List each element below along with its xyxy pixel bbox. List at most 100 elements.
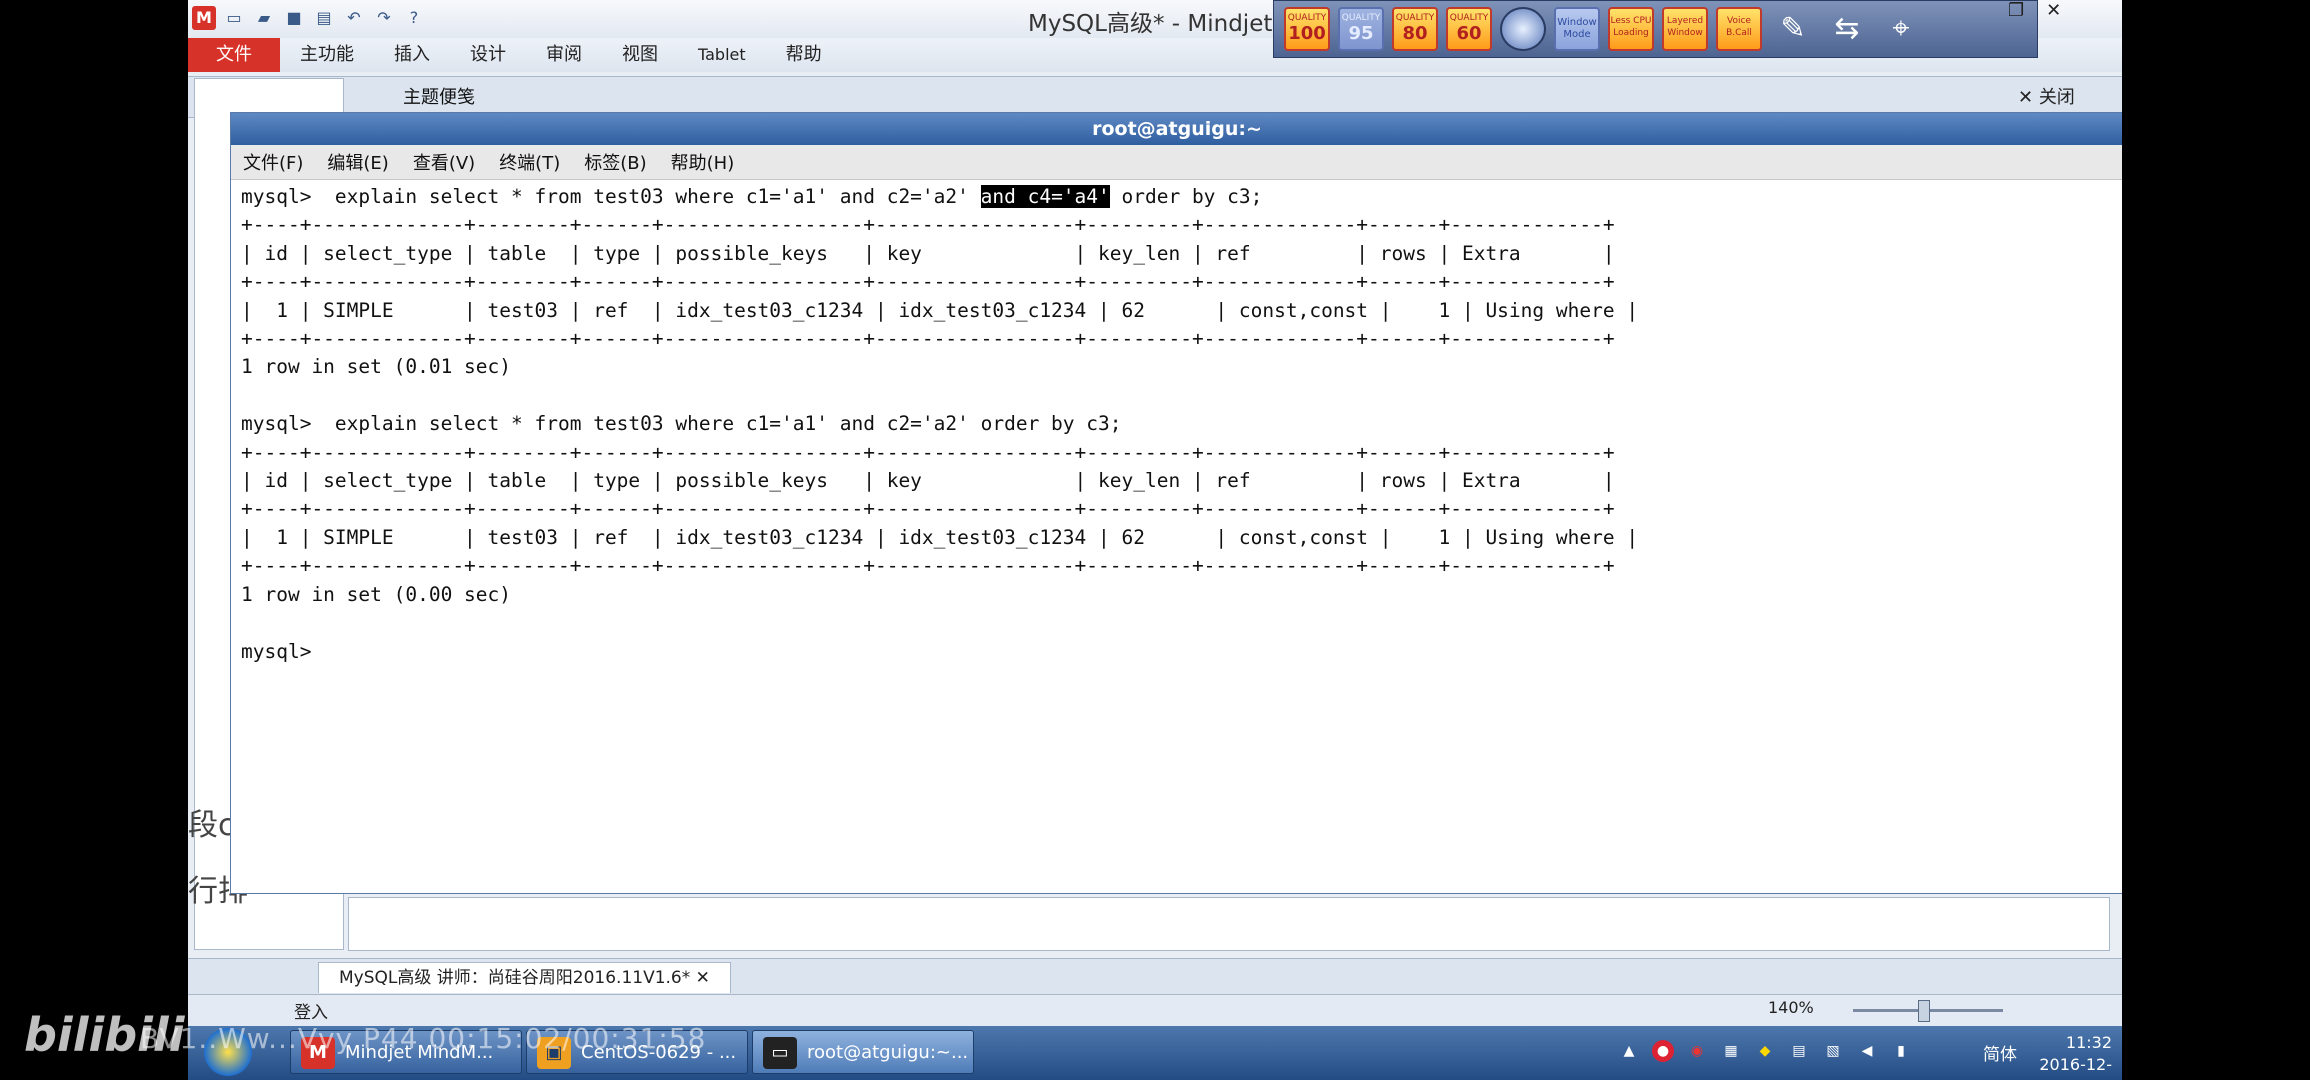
query-text: order by c3; xyxy=(1109,185,1263,208)
taskbar-item-label: root@atguigu:~... xyxy=(807,1042,969,1063)
quality-60-button[interactable]: QUALITY 60 xyxy=(1446,7,1492,51)
table-border: +----+-------------+--------+------+----… xyxy=(241,270,1615,294)
table-row: | 1 | SIMPLE | test03 | ref | idx_test03… xyxy=(241,525,1639,549)
quick-access-toolbar: M ▭ ▰ ■ ▤ ↶ ↷ ? xyxy=(192,6,426,30)
taskbar-item-terminal[interactable]: ▭ root@atguigu:~... xyxy=(752,1030,974,1074)
quality-value: 80 xyxy=(1402,23,1428,44)
screen: M ▭ ▰ ■ ▤ ↶ ↷ ? MySQL高级* - Mindjet M 文件 … xyxy=(188,0,2122,1080)
menu-help[interactable]: 帮助(H) xyxy=(659,149,747,175)
terminal-icon: ▭ xyxy=(763,1037,797,1069)
quality-label: QUALITY xyxy=(1287,13,1327,23)
menu-edit[interactable]: 编辑(E) xyxy=(315,149,400,175)
less-cpu-button[interactable]: Less CPU Loading xyxy=(1608,7,1654,51)
notes-area[interactable] xyxy=(348,897,2110,951)
redo-icon[interactable]: ↷ xyxy=(372,6,396,30)
tray-app-icon[interactable]: ◆ xyxy=(1754,1040,1776,1062)
close-tab-icon[interactable]: ✕ xyxy=(696,968,710,988)
tab-view[interactable]: 视图 xyxy=(602,38,678,72)
window-mode-button[interactable]: Window Mode xyxy=(1554,7,1600,51)
topic-notes-label: 主题便笺 xyxy=(403,87,475,108)
tab-tablet[interactable]: Tablet xyxy=(678,38,766,72)
volume-icon[interactable]: ◀ xyxy=(1856,1040,1878,1062)
open-folder-icon[interactable]: ▰ xyxy=(252,6,276,30)
undo-icon[interactable]: ↶ xyxy=(342,6,366,30)
recorder-quality-toolbar: QUALITY 100 QUALITY 95 QUALITY 80 QUALITY 60… xyxy=(1273,0,2038,58)
tray-app-icon[interactable]: ● xyxy=(1652,1040,1674,1062)
quality-80-button[interactable]: QUALITY 80 xyxy=(1392,7,1438,51)
record-dial-icon[interactable] xyxy=(1500,7,1546,51)
quality-value: 95 xyxy=(1348,23,1374,44)
new-file-icon[interactable]: ▭ xyxy=(222,6,246,30)
tray-arrow-icon[interactable]: ▲ xyxy=(1618,1040,1640,1062)
quality-label: QUALITY xyxy=(1341,13,1381,23)
table-border: +----+-------------+--------+------+----… xyxy=(241,497,1615,521)
prompt-line: mysql> xyxy=(241,639,312,663)
login-button[interactable]: 登入 xyxy=(294,998,328,1023)
window-controls: ❐ ✕ xyxy=(2008,0,2061,24)
quality-label: QUALITY xyxy=(1395,13,1435,23)
save-icon[interactable]: ■ xyxy=(282,6,306,30)
table-border: +----+-------------+--------+------+----… xyxy=(241,554,1615,578)
clock[interactable]: 11:32 2016-12-09 xyxy=(2028,1032,2112,1080)
table-header: | id | select_type | table | type | poss… xyxy=(241,241,1615,265)
close-notes-button[interactable]: ✕ 关闭 xyxy=(2018,83,2075,109)
selected-text: and c4='a4' xyxy=(980,185,1110,208)
video-watermark-text: BV1..Ww...Vvy P44 00:15:02/00:31:58 xyxy=(140,1022,707,1055)
quality-100-button[interactable]: QUALITY 100 xyxy=(1284,7,1330,51)
query-text: mysql> explain select * from test03 wher… xyxy=(241,185,981,208)
tab-help[interactable]: 帮助 xyxy=(766,38,842,72)
capture-tool-icon[interactable]: ⌖ xyxy=(1878,7,1924,51)
terminal-menu-bar: 文件(F) 编辑(E) 查看(V) 终端(T) 标签(B) 帮助(H) xyxy=(231,145,2122,180)
quality-value: 100 xyxy=(1288,23,1326,44)
table-header: | id | select_type | table | type | poss… xyxy=(241,469,1615,493)
result-line: 1 row in set (0.00 sec) xyxy=(241,582,512,606)
terminal-window[interactable]: root@atguigu:~ 文件(F) 编辑(E) 查看(V) 终端(T) 标… xyxy=(230,112,2122,894)
menu-tabs[interactable]: 标签(B) xyxy=(572,149,658,175)
tab-review[interactable]: 审阅 xyxy=(526,38,602,72)
tab-insert[interactable]: 插入 xyxy=(374,38,450,72)
outline-text: 段c xyxy=(188,808,235,843)
table-border: +----+-------------+--------+------+----… xyxy=(241,440,1615,464)
network-icon[interactable]: ▮ xyxy=(1890,1040,1912,1062)
quality-value: 60 xyxy=(1456,23,1482,44)
query-line: mysql> explain select * from test03 wher… xyxy=(241,183,2111,211)
quality-95-button[interactable]: QUALITY 95 xyxy=(1338,7,1384,51)
tab-home[interactable]: 主功能 xyxy=(280,38,374,72)
terminal-output[interactable]: mysql> explain select * from test03 wher… xyxy=(241,183,2111,883)
quality-label: QUALITY xyxy=(1449,13,1489,23)
tray-app-icon[interactable]: ◉ xyxy=(1686,1040,1708,1062)
result-line: 1 row in set (0.01 sec) xyxy=(241,355,512,379)
clock-time: 11:32 xyxy=(2065,1033,2112,1052)
menu-file[interactable]: 文件(F) xyxy=(231,149,315,175)
tray-app-icon[interactable]: ▤ xyxy=(1788,1040,1810,1062)
pen-tool-icon[interactable]: ✎ xyxy=(1770,7,1816,51)
menu-view[interactable]: 查看(V) xyxy=(401,149,487,175)
tray-app-icon[interactable]: ▦ xyxy=(1720,1040,1742,1062)
zoom-slider-thumb[interactable] xyxy=(1918,1000,1930,1022)
voice-call-button[interactable]: Voice B.Call xyxy=(1716,7,1762,51)
layered-window-button[interactable]: Layered Window xyxy=(1662,7,1708,51)
restore-window-icon[interactable]: ❐ xyxy=(2008,0,2024,24)
mindjet-app-icon[interactable]: M xyxy=(192,6,216,30)
menu-terminal[interactable]: 终端(T) xyxy=(487,149,572,175)
help-icon[interactable]: ? xyxy=(402,6,426,30)
table-border: +----+-------------+--------+------+----… xyxy=(241,327,1615,351)
tab-file[interactable]: 文件 xyxy=(188,38,280,72)
close-window-icon[interactable]: ✕ xyxy=(2046,0,2061,24)
tray-app-icon[interactable]: ▧ xyxy=(1822,1040,1844,1062)
query-line: mysql> explain select * from test03 wher… xyxy=(241,412,1122,436)
document-tab[interactable]: MySQL高级 讲师：尚硅谷周阳2016.11V1.6* ✕ xyxy=(318,962,731,993)
window-title: MySQL高级* - Mindjet M xyxy=(1028,11,1300,37)
clock-date: 2016-12-09 xyxy=(2039,1055,2112,1080)
tab-design[interactable]: 设计 xyxy=(450,38,526,72)
terminal-title: root@atguigu:~ xyxy=(1092,118,1262,140)
zoom-level: 140% xyxy=(1768,998,1814,1017)
screen-swap-icon[interactable]: ⇆ xyxy=(1824,7,1870,51)
close-label: 关闭 xyxy=(2038,87,2075,108)
language-indicator[interactable]: 简体 xyxy=(1983,1040,2017,1065)
document-tab-label: MySQL高级 讲师：尚硅谷周阳2016.11V1.6* xyxy=(339,968,691,988)
table-border: +----+-------------+--------+------+----… xyxy=(241,213,1615,237)
print-icon[interactable]: ▤ xyxy=(312,6,336,30)
